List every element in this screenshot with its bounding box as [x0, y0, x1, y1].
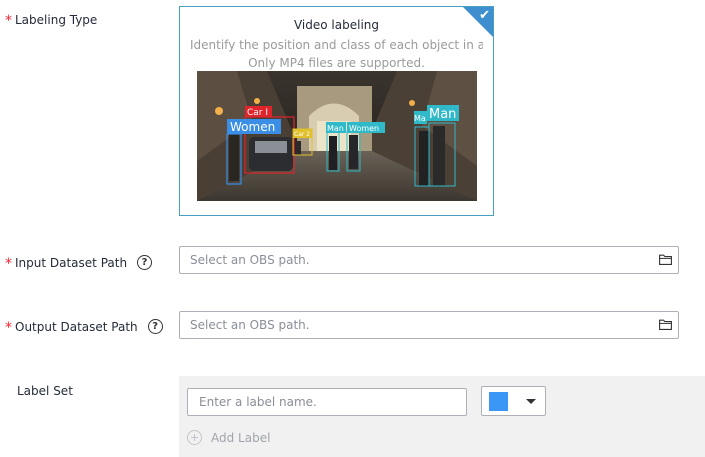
label-color-picker[interactable] — [481, 386, 546, 416]
required-mark: * — [5, 255, 12, 272]
video-preview-image: Car I Women Car 2 Man Women Ma Man — [197, 71, 477, 201]
required-mark: * — [5, 319, 12, 336]
label-set-panel: Enter a label name. Add Label — [179, 376, 705, 457]
label-name-placeholder: Enter a label name. — [199, 395, 317, 409]
labeling-type-label: * Labeling Type — [5, 13, 98, 29]
add-label-text: Add Label — [211, 430, 271, 445]
output-dataset-label: * Output Dataset Path ? — [5, 319, 163, 336]
tag-women-2: Women — [349, 124, 379, 133]
add-label-button[interactable]: Add Label — [187, 430, 270, 445]
input-dataset-text: Input Dataset Path — [15, 255, 128, 270]
tag-women-1: Women — [230, 120, 275, 134]
input-dataset-label: * Input Dataset Path ? — [5, 255, 153, 272]
tag-ma: Ma — [414, 114, 426, 123]
tag-car-2: Car 2 — [294, 131, 310, 138]
folder-icon[interactable] — [659, 254, 672, 265]
help-icon[interactable]: ? — [147, 319, 163, 334]
card-description: Identify the position and class of each … — [190, 38, 483, 52]
help-icon[interactable]: ? — [137, 255, 153, 270]
tag-man-1: Man — [327, 124, 344, 133]
plus-circle-icon — [187, 430, 202, 445]
output-dataset-text: Output Dataset Path — [15, 319, 138, 334]
card-note: Only MP4 files are supported. — [248, 56, 425, 70]
input-dataset-placeholder: Select an OBS path. — [190, 253, 310, 267]
output-dataset-placeholder: Select an OBS path. — [190, 318, 310, 332]
chevron-down-icon — [526, 399, 536, 404]
folder-icon[interactable] — [659, 319, 672, 330]
input-dataset-path-field[interactable]: Select an OBS path. — [179, 246, 679, 274]
tag-man-2: Man — [429, 107, 456, 122]
output-dataset-path-field[interactable]: Select an OBS path. — [179, 311, 679, 339]
tag-car-1: Car I — [247, 108, 268, 118]
required-mark: * — [5, 13, 12, 29]
video-labeling-card[interactable]: ✔ Video labeling Identify the position a… — [179, 6, 494, 216]
card-title: Video labeling — [293, 18, 379, 32]
color-swatch — [489, 392, 508, 411]
labeling-type-text: Labeling Type — [15, 13, 98, 27]
label-name-input[interactable]: Enter a label name. — [187, 388, 467, 416]
label-set-label: Label Set — [17, 384, 73, 398]
label-set-text: Label Set — [17, 384, 73, 398]
